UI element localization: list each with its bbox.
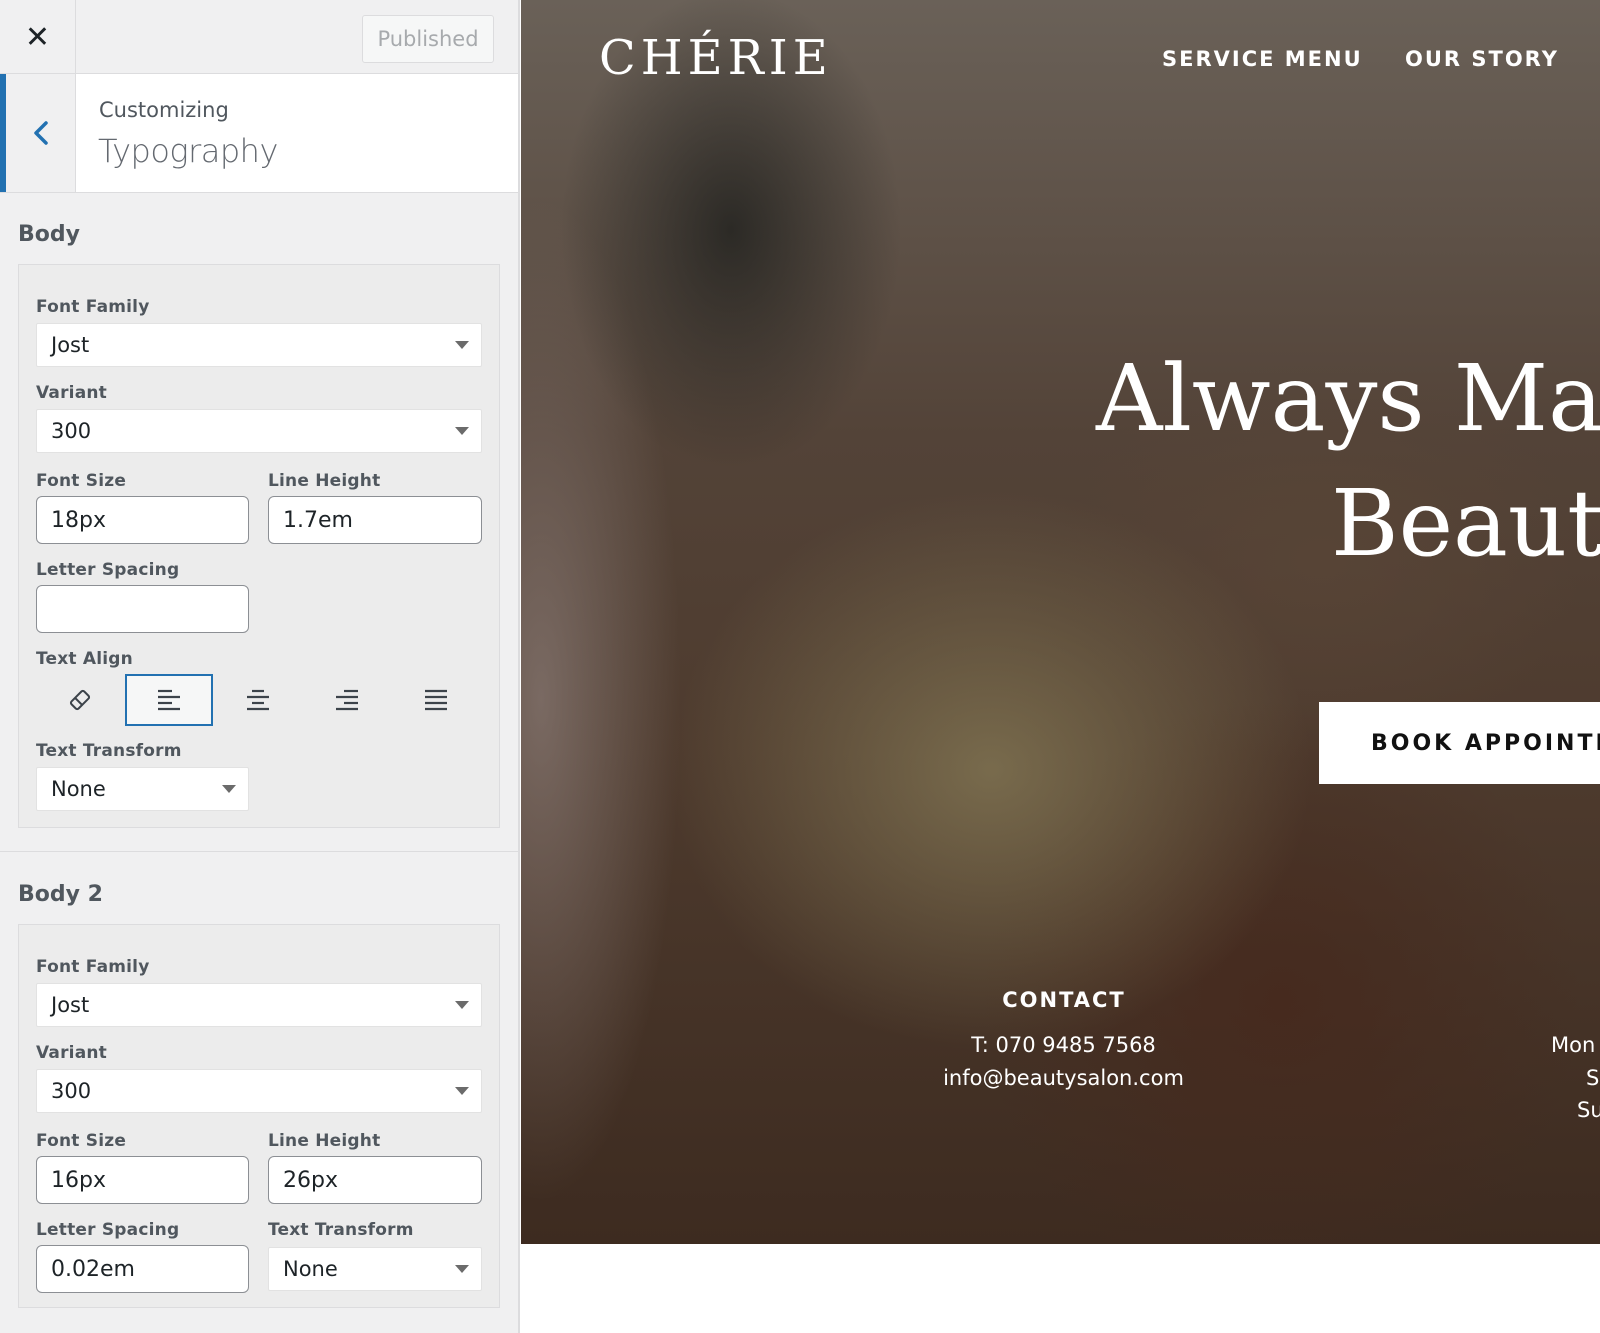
nav-our-story[interactable]: OUR STORY [1405,47,1559,71]
eraser-icon [69,689,91,711]
hours-line-1: Mon [1551,1033,1596,1057]
text-align-justify-button[interactable] [392,674,480,726]
site-preview: CHÉRIE SERVICE MENU OUR STORY Always Mak… [521,0,1600,1244]
variant-label: Variant [36,1043,108,1063]
text-transform-label: Text Transform [36,741,182,761]
preview-below-fold [521,1244,1600,1333]
body2-typography-controls: Font Family Jost Variant 300 Font Size 1… [18,924,500,1308]
variant-select[interactable]: 300 [36,1069,482,1113]
font-size-input[interactable]: 16px [36,1156,249,1204]
breadcrumb: Customizing [99,98,229,122]
hours-line-3: Su [1577,1098,1600,1122]
body-group-title: Body [18,222,80,247]
text-transform-select[interactable]: None [268,1247,482,1291]
font-size-input[interactable]: 18px [36,496,249,544]
font-family-label: Font Family [36,957,150,977]
hero-heading-line-2: Beauty [1331,470,1600,577]
text-align-center-button[interactable] [214,674,302,726]
align-center-icon [247,689,269,711]
text-transform-select[interactable]: None [36,767,249,811]
line-height-input[interactable]: 1.7em [268,496,482,544]
text-transform-value: None [51,777,106,801]
font-family-value: Jost [51,993,90,1017]
dropdown-caret-icon [455,341,469,349]
hero-heading-line-1: Always Make [1096,345,1600,452]
dropdown-caret-icon [455,1001,469,1009]
dropdown-caret-icon [455,427,469,435]
variant-label: Variant [36,383,108,403]
text-align-group [36,674,482,726]
contact-email[interactable]: info@beautysalon.com [921,1066,1206,1090]
dropdown-caret-icon [222,785,236,793]
chevron-left-icon [33,121,48,145]
text-align-left-button[interactable] [125,674,213,726]
align-left-icon [158,689,180,711]
line-height-label: Line Height [268,1131,381,1151]
font-family-label: Font Family [36,297,150,317]
close-icon: ✕ [24,19,51,55]
publish-button[interactable]: Published [362,15,494,63]
font-size-label: Font Size [36,471,127,491]
section-title: Typography [98,132,278,170]
font-size-label: Font Size [36,1131,127,1151]
body-typography-controls: Font Family Jost Variant 300 Font Size 1… [18,264,500,828]
book-appointment-button[interactable]: BOOK APPOINTMENT [1319,702,1600,784]
customizer-header: ✕ Published [0,0,518,74]
close-customizer-button[interactable]: ✕ [0,0,76,74]
letter-spacing-input[interactable]: 0.02em [36,1245,249,1293]
text-align-right-button[interactable] [303,674,391,726]
customizer-panel: ✕ Published Customizing Typography Body … [0,0,520,1333]
font-family-value: Jost [51,333,90,357]
nav-service-menu[interactable]: SERVICE MENU [1162,47,1363,71]
variant-value: 300 [51,419,92,443]
align-justify-icon [425,689,447,711]
site-logo[interactable]: CHÉRIE [599,30,833,86]
letter-spacing-label: Letter Spacing [36,560,180,580]
letter-spacing-label: Letter Spacing [36,1220,180,1240]
text-transform-label: Text Transform [268,1220,414,1240]
back-button[interactable] [0,74,76,192]
contact-heading: CONTACT [1002,988,1126,1012]
body2-group-title: Body 2 [18,882,103,907]
text-align-label: Text Align [36,649,133,669]
font-family-select[interactable]: Jost [36,323,482,367]
dropdown-caret-icon [455,1087,469,1095]
dropdown-caret-icon [455,1265,469,1273]
line-height-input[interactable]: 26px [268,1156,482,1204]
letter-spacing-input[interactable] [36,585,249,633]
contact-phone[interactable]: T: 070 9485 7568 [921,1033,1206,1057]
text-transform-value: None [283,1257,338,1281]
group-divider [0,851,518,852]
hours-line-2: S [1586,1066,1600,1090]
line-height-label: Line Height [268,471,381,491]
variant-select[interactable]: 300 [36,409,482,453]
font-family-select[interactable]: Jost [36,983,482,1027]
align-right-icon [336,689,358,711]
variant-value: 300 [51,1079,92,1103]
section-header: Customizing Typography [0,74,518,193]
text-align-reset-button[interactable] [36,674,124,726]
